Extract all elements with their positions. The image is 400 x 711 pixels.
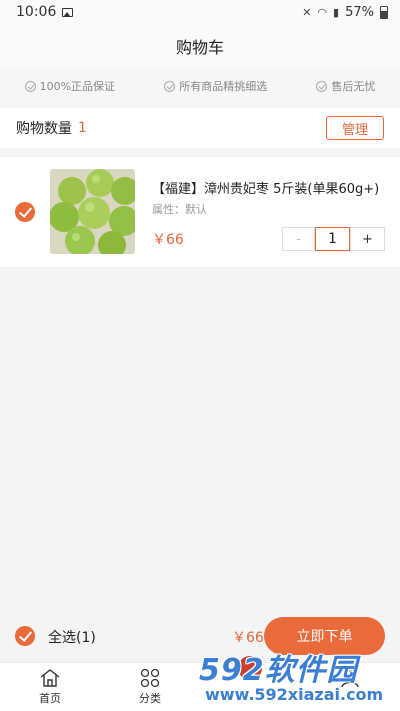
quantity-stepper: - 1 + <box>282 227 385 251</box>
cart-count-label: 购物数量 <box>16 121 72 137</box>
tab-label: 分类 <box>139 692 161 705</box>
product-price: ￥66 <box>152 232 184 248</box>
item-checkbox[interactable] <box>15 202 35 222</box>
select-all-checkbox[interactable] <box>15 626 35 646</box>
cart-count-value: 1 <box>78 120 87 136</box>
manage-button[interactable]: 管理 <box>326 116 384 140</box>
watermark-url: www.592xiazai.com <box>205 685 384 704</box>
quantity-field[interactable]: 1 <box>315 227 350 251</box>
cart-count-bar: 购物数量 1 管理 <box>0 108 400 148</box>
guarantee-label: 售后无忧 <box>331 80 376 93</box>
signal-icon: ▮ <box>333 5 340 19</box>
jujube-image-icon <box>50 169 135 254</box>
page-title: 购物车 <box>175 38 224 57</box>
guarantee-item: 100%正品保证 <box>24 78 116 94</box>
guarantee-item: 售后无忧 <box>316 78 375 94</box>
guarantee-label: 所有商品精挑细选 <box>179 80 268 93</box>
guarantee-bar: 100%正品保证 所有商品精挑细选 售后无忧 <box>0 68 400 104</box>
check-circle-icon <box>164 80 176 92</box>
product-name[interactable]: 【福建】漳州贵妃枣 5斤装(单果60g+) <box>152 178 379 197</box>
category-icon <box>140 668 160 688</box>
tab-label: 首页 <box>39 692 61 705</box>
battery-icon <box>380 5 388 19</box>
page-header: 购物车 <box>0 24 400 68</box>
wifi-icon: ◠ <box>317 5 328 19</box>
total-price: ￥66 <box>232 630 264 646</box>
status-bar: 10:06 ✕ ◠ ▮ 57% <box>0 0 400 24</box>
gallery-icon <box>62 7 74 17</box>
product-image[interactable] <box>50 169 135 254</box>
watermark: 592软件园 www.592xiazai.com <box>195 645 400 709</box>
guarantee-label: 100%正品保证 <box>39 80 116 93</box>
check-circle-icon <box>316 80 328 92</box>
guarantee-item: 所有商品精挑细选 <box>164 78 267 94</box>
check-circle-icon <box>24 80 36 92</box>
increase-button[interactable]: + <box>350 228 384 250</box>
battery-percent: 57% <box>345 4 374 20</box>
home-icon <box>40 669 60 687</box>
tab-category[interactable]: 分类 <box>100 663 200 711</box>
tab-home[interactable]: 首页 <box>0 663 100 711</box>
watermark-brand: 592软件园 <box>199 653 358 688</box>
product-attribute: 属性：默认 <box>152 203 207 216</box>
select-all-label[interactable]: 全选(1) <box>48 627 96 647</box>
cart-item: 【福建】漳州贵妃枣 5斤装(单果60g+) 属性：默认 ￥66 - 1 + <box>0 157 400 267</box>
status-time: 10:06 <box>16 4 57 20</box>
decrease-button[interactable]: - <box>283 228 315 250</box>
mute-icon: ✕ <box>302 5 312 19</box>
status-right: ✕ ◠ ▮ 57% <box>302 5 388 20</box>
